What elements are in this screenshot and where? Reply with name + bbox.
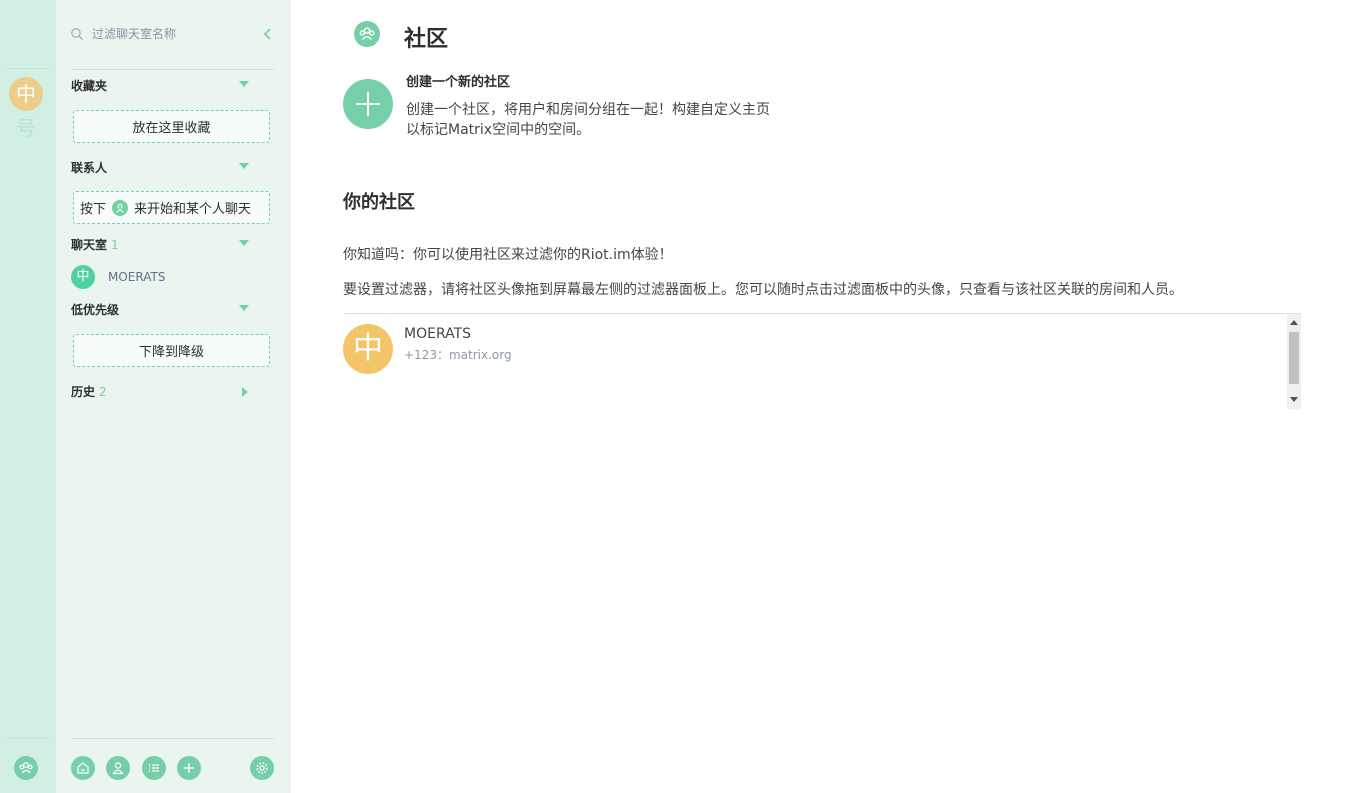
scroll-up-arrow-icon[interactable] xyxy=(1290,320,1298,325)
your-communities-heading: 你的社区 xyxy=(343,192,415,213)
divider xyxy=(71,69,274,70)
hint-text-after: 来开始和某个人聊天 xyxy=(134,202,252,217)
description-line: 以标记Matrix空间中的空间。 xyxy=(406,122,591,138)
room-list-item[interactable]: 中 MOERATS xyxy=(71,264,165,290)
section-label: 低优先级 xyxy=(71,303,120,317)
favourites-drop-target[interactable]: 放在这里收藏 xyxy=(73,110,270,143)
room-sidebar: 收藏夹 放在这里收藏 联系人 按下 来开始和某个人聊天 聊天室1 中 MOERA… xyxy=(56,0,291,793)
history-count-badge: 2 xyxy=(99,385,107,399)
section-label: 收藏夹 xyxy=(71,79,108,93)
communities-page: 社区 创建一个新的社区 创建一个社区，将用户和房间分组在一起！构建自定义主页 以… xyxy=(291,0,1347,793)
create-community-title[interactable]: 创建一个新的社区 xyxy=(406,71,510,90)
did-you-know-text: 你知道吗：你可以使用社区来过滤你的Riot.im体验！ xyxy=(343,247,673,263)
room-directory-button[interactable] xyxy=(142,756,166,780)
collapse-sidebar-icon[interactable] xyxy=(261,27,275,41)
start-chat-button[interactable] xyxy=(106,756,130,780)
create-room-icon xyxy=(184,763,194,773)
person-icon xyxy=(112,762,124,775)
room-avatar: 中 xyxy=(71,265,95,289)
chevron-down-icon[interactable] xyxy=(239,81,249,87)
settings-button[interactable] xyxy=(250,756,274,780)
community-avatar[interactable]: 中 xyxy=(343,324,393,374)
chevron-down-icon[interactable] xyxy=(239,163,249,169)
groups-icon xyxy=(19,762,33,774)
scrollbar[interactable] xyxy=(1287,314,1301,409)
group-filter-panel: 中 号 xyxy=(0,0,56,793)
plus-icon xyxy=(356,92,380,116)
chevron-right-icon[interactable] xyxy=(242,387,248,397)
search-icon xyxy=(71,28,83,40)
scroll-down-arrow-icon[interactable] xyxy=(1290,397,1298,402)
group-tile-avatar[interactable]: 中 xyxy=(9,77,43,111)
community-list: 中 MOERATS +123：matrix.org xyxy=(343,313,1301,410)
page-title: 社区 xyxy=(404,27,449,52)
start-chat-icon[interactable] xyxy=(112,199,129,216)
home-icon xyxy=(77,762,89,774)
community-id: +123：matrix.org xyxy=(404,348,512,362)
divider xyxy=(6,68,50,69)
groups-button[interactable] xyxy=(14,756,38,780)
room-filter-input[interactable] xyxy=(92,25,252,43)
community-name: MOERATS xyxy=(404,326,472,342)
home-button[interactable] xyxy=(71,756,95,780)
groups-icon xyxy=(354,21,380,47)
create-community-button[interactable] xyxy=(343,79,393,129)
room-directory-icon xyxy=(149,764,159,772)
create-community-description: 创建一个社区，将用户和房间分组在一起！构建自定义主页 以标记Matrix空间中的… xyxy=(406,100,826,140)
room-count-badge: 1 xyxy=(111,238,119,252)
room-name: MOERATS xyxy=(108,270,166,284)
create-room-button[interactable] xyxy=(177,756,201,780)
divider xyxy=(6,738,50,739)
section-label: 聊天室 xyxy=(71,238,108,252)
section-history-header[interactable]: 历史 2 xyxy=(71,383,251,400)
people-hint: 按下 来开始和某个人聊天 xyxy=(73,191,270,224)
description-line: 创建一个社区，将用户和房间分组在一起！构建自定义主页 xyxy=(406,102,770,118)
section-people-header[interactable]: 联系人 xyxy=(71,159,251,176)
group-tile-label: 号 xyxy=(16,116,36,140)
section-label: 联系人 xyxy=(71,161,108,175)
section-low-priority-header[interactable]: 低优先级 xyxy=(71,301,251,318)
section-label: 历史 xyxy=(71,385,96,399)
filter-instructions-text: 要设置过滤器，请将社区头像拖到屏幕最左侧的过滤器面板上。您可以随时点击过滤面板中… xyxy=(343,282,1183,298)
hint-text-before: 按下 xyxy=(80,202,107,217)
settings-icon xyxy=(256,762,268,774)
chevron-down-icon[interactable] xyxy=(239,305,249,311)
chevron-down-icon[interactable] xyxy=(239,240,249,246)
section-favourites-header[interactable]: 收藏夹 xyxy=(71,77,251,94)
scroll-thumb[interactable] xyxy=(1289,332,1299,384)
divider xyxy=(71,738,274,739)
section-rooms-header[interactable]: 聊天室 1 xyxy=(71,236,251,253)
low-priority-drop-target[interactable]: 下降到降级 xyxy=(73,334,270,367)
